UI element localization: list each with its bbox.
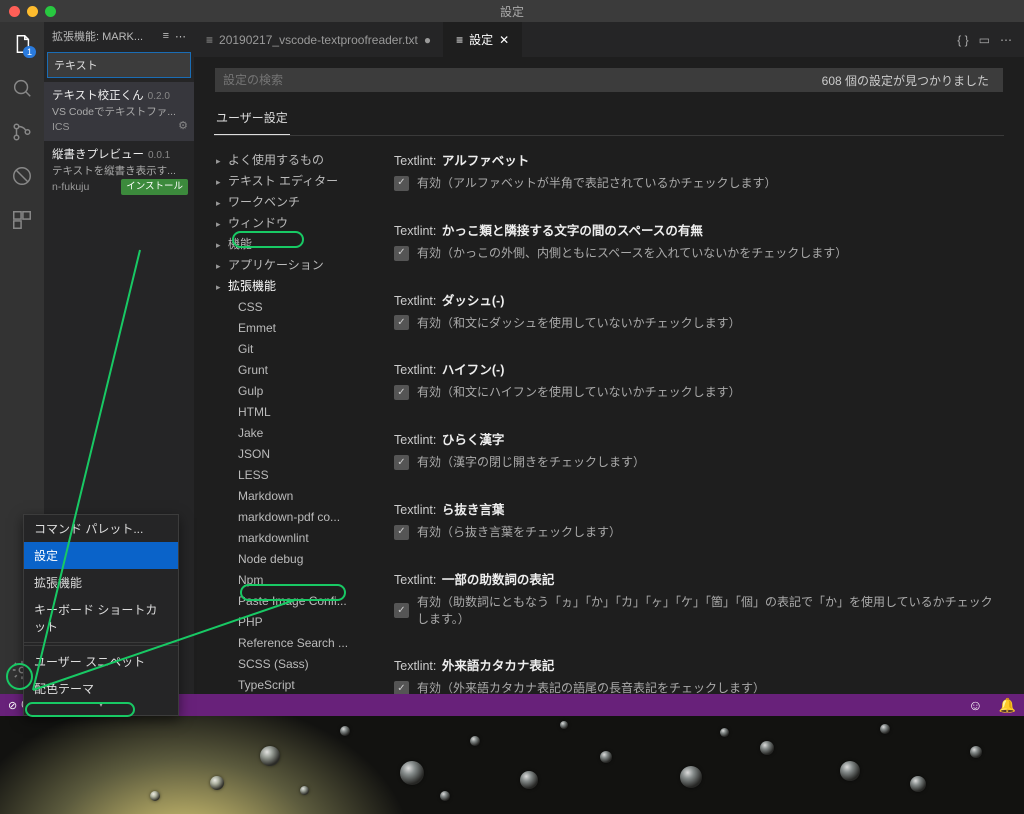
source-control-icon[interactable] xyxy=(10,120,34,144)
toc-item[interactable]: ウィンドウ xyxy=(214,213,364,234)
toc-subitem[interactable]: LESS xyxy=(214,465,364,486)
toc-subitem[interactable]: HTML xyxy=(214,402,364,423)
tab-action-icon[interactable]: ⋯ xyxy=(1000,33,1012,47)
toc-subitem[interactable]: markdown-pdf co... xyxy=(214,507,364,528)
setting-item: Textlint: アルファベット ✓有効（アルファベットが半角で表記されている… xyxy=(394,150,1004,192)
sidebar-title: 拡張機能: MARK... xyxy=(52,28,157,44)
toc-subitem[interactable]: Grunt xyxy=(214,360,364,381)
feedback-icon[interactable]: ☺ xyxy=(960,697,990,714)
checkbox[interactable]: ✓ xyxy=(394,525,409,540)
toc-subitem[interactable]: PHP xyxy=(214,612,364,633)
close-icon[interactable]: ✕ xyxy=(499,33,509,47)
menu-item[interactable]: キーボード ショートカット xyxy=(24,596,178,640)
checkbox[interactable]: ✓ xyxy=(394,385,409,400)
menu-item[interactable]: 設定 xyxy=(24,542,178,569)
setting-desc: 有効（助数詞にともなう「ヵ」「か」「カ」「ヶ」「ケ」「箇」「個」の表記で「か」を… xyxy=(417,594,1004,628)
gear-icon[interactable]: ⚙ xyxy=(178,119,188,135)
toc-subitem[interactable]: Reference Search ... xyxy=(214,633,364,654)
no-icon: ⊘ xyxy=(8,699,17,712)
settings-toc[interactable]: よく使用するものテキスト エディターワークベンチウィンドウ機能アプリケーション拡… xyxy=(214,150,364,694)
setting-desc: 有効（外来語カタカナ表記の語尾の長音表記をチェックします） xyxy=(417,680,765,694)
more-icon[interactable]: ⋯ xyxy=(175,30,186,43)
toc-subitem[interactable]: CSS xyxy=(214,297,364,318)
desktop-wallpaper xyxy=(0,716,1024,814)
editor-tabs: ≡20190217_vscode-textproofreader.txt●≡設定… xyxy=(194,22,1024,57)
debug-icon[interactable] xyxy=(10,164,34,188)
extensions-icon[interactable] xyxy=(10,208,34,232)
toc-item[interactable]: よく使用するもの xyxy=(214,150,364,171)
tab-action-icon[interactable]: { } xyxy=(957,33,968,47)
setting-desc: 有効（和文にハイフンを使用していないかチェックします） xyxy=(417,384,741,401)
toc-item[interactable]: アプリケーション xyxy=(214,255,364,276)
toc-item[interactable]: ワークベンチ xyxy=(214,192,364,213)
toc-subitem[interactable]: TypeScript xyxy=(214,675,364,694)
setting-item: Textlint: ら抜き言葉 ✓有効（ら抜き言葉をチェックします） xyxy=(394,499,1004,541)
dirty-indicator: ● xyxy=(424,33,431,47)
toc-subitem[interactable]: Npm xyxy=(214,570,364,591)
search-icon[interactable] xyxy=(10,76,34,100)
checkbox[interactable]: ✓ xyxy=(394,603,409,618)
notifications-icon[interactable]: 🔔 xyxy=(991,697,1024,714)
files-badge: 1 xyxy=(23,46,36,58)
checkbox[interactable]: ✓ xyxy=(394,455,409,470)
toc-subitem[interactable]: Gulp xyxy=(214,381,364,402)
menu-item[interactable]: 配色テーマ xyxy=(24,675,178,715)
toc-item[interactable]: 機能 xyxy=(214,234,364,255)
setting-item: Textlint: かっこ類と隣接する文字の間のスペースの有無 ✓有効（かっこの… xyxy=(394,220,1004,262)
toc-item-extensions[interactable]: 拡張機能 xyxy=(214,276,364,297)
scope-tab-user[interactable]: ユーザー設定 xyxy=(214,103,290,135)
toc-subitem[interactable]: SCSS (Sass) xyxy=(214,654,364,675)
window-title: 設定 xyxy=(0,3,1024,20)
tab-action-icon[interactable]: ▭ xyxy=(979,33,990,47)
setting-desc: 有効（かっこの外側、内側ともにスペースを入れていないかをチェックします） xyxy=(417,245,847,262)
setting-item: Textlint: ハイフン(-) ✓有効（和文にハイフンを使用していないかチェ… xyxy=(394,359,1004,401)
file-icon: ≡ xyxy=(206,33,213,47)
files-icon[interactable]: 1 xyxy=(10,32,34,56)
menu-item[interactable]: コマンド パレット... xyxy=(24,515,178,542)
toc-subitem[interactable]: Node debug xyxy=(214,549,364,570)
editor-tab[interactable]: ≡20190217_vscode-textproofreader.txt● xyxy=(194,22,444,57)
setting-desc: 有効（ら抜き言葉をチェックします） xyxy=(417,524,621,541)
editor-tab[interactable]: ≡設定✕ xyxy=(444,22,522,57)
setting-item: Textlint: ひらく漢字 ✓有効（漢字の閉じ開きをチェックします） xyxy=(394,429,1004,471)
toc-subitem[interactable]: JSON xyxy=(214,444,364,465)
setting-item: Textlint: ダッシュ(-) ✓有効（和文にダッシュを使用していないかチェ… xyxy=(394,290,1004,332)
toc-subitem[interactable]: Emmet xyxy=(214,318,364,339)
settings-search-row: 608 個の設定が見つかりました xyxy=(214,67,1004,93)
titlebar: 設定 xyxy=(0,0,1024,22)
checkbox[interactable]: ✓ xyxy=(394,315,409,330)
setting-desc: 有効（和文にダッシュを使用していないかチェックします） xyxy=(417,315,741,332)
toc-subitem[interactable]: Markdown xyxy=(214,486,364,507)
toc-subitem[interactable]: markdownlint xyxy=(214,528,364,549)
setting-item: Textlint: 外来語カタカナ表記 ✓有効（外来語カタカナ表記の語尾の長音表… xyxy=(394,655,1004,694)
toc-subitem[interactable]: Git xyxy=(214,339,364,360)
toc-subitem[interactable]: Jake xyxy=(214,423,364,444)
filter-icon[interactable]: ≡ xyxy=(163,30,169,42)
toc-subitem[interactable]: Paste Image Confi... xyxy=(214,591,364,612)
toc-item[interactable]: テキスト エディター xyxy=(214,171,364,192)
install-button[interactable]: インストール xyxy=(121,179,188,195)
menu-item[interactable]: 拡張機能 xyxy=(24,569,178,596)
extension-item[interactable]: 縦書きプレビュー0.0.1 テキストを縦書き表示す...n-fukujuインスト… xyxy=(44,141,194,200)
checkbox[interactable]: ✓ xyxy=(394,246,409,261)
settings-list[interactable]: Textlint: アルファベット ✓有効（アルファベットが半角で表記されている… xyxy=(364,150,1004,694)
checkbox[interactable]: ✓ xyxy=(394,176,409,191)
extensions-search-input[interactable]: テキスト xyxy=(47,52,191,78)
setting-item: Textlint: 一部の助数詞の表記 ✓有効（助数詞にともなう「ヵ」「か」「カ… xyxy=(394,569,1004,628)
settings-search-input[interactable] xyxy=(215,73,808,87)
file-icon: ≡ xyxy=(456,33,463,47)
checkbox[interactable]: ✓ xyxy=(394,681,409,694)
extension-item[interactable]: テキスト校正くん0.2.0 VS Codeでテキストファ...ICS⚙ xyxy=(44,82,194,141)
setting-desc: 有効（アルファベットが半角で表記されているかチェックします） xyxy=(417,175,777,192)
setting-desc: 有効（漢字の閉じ開きをチェックします） xyxy=(417,454,645,471)
manage-popup-menu: コマンド パレット...設定拡張機能キーボード ショートカットユーザー スニペッ… xyxy=(23,514,179,716)
settings-count: 608 個の設定が見つかりました xyxy=(808,72,1003,89)
menu-item[interactable]: ユーザー スニペット xyxy=(24,648,178,675)
